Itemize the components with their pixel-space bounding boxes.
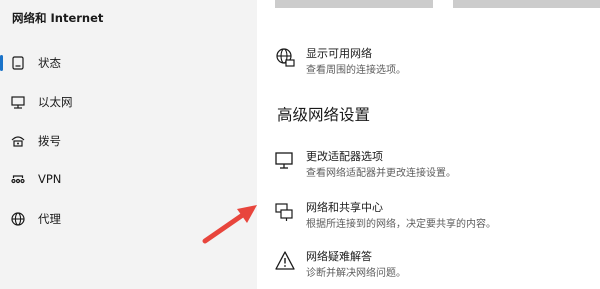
ethernet-icon bbox=[11, 96, 25, 109]
proxy-icon bbox=[11, 212, 25, 226]
sidebar-item-label: VPN bbox=[38, 172, 62, 186]
setting-desc: 查看网络适配器并更改连接设置。 bbox=[306, 168, 456, 179]
show-networks-link[interactable]: 显示可用网络 查看周围的连接选项。 bbox=[274, 45, 594, 79]
sidebar-item-dialup[interactable]: 拨号 bbox=[0, 126, 257, 156]
setting-desc: 诊断并解决网络问题。 bbox=[306, 268, 406, 279]
status-icon bbox=[12, 56, 24, 70]
warning-icon bbox=[275, 251, 295, 270]
setting-title: 网络和共享中心 bbox=[306, 201, 383, 214]
sharing-center-icon bbox=[275, 203, 293, 221]
adapter-monitor-icon bbox=[275, 152, 293, 169]
main-content: 显示可用网络 查看周围的连接选项。 bbox=[257, 0, 600, 289]
sidebar-item-label: 拨号 bbox=[38, 134, 61, 148]
top-card bbox=[453, 0, 600, 8]
globe-network-icon bbox=[276, 48, 295, 67]
advanced-settings-heading: 高级网络设置 bbox=[277, 106, 371, 124]
change-adapter-options-link[interactable]: 更改适配器选项 查看网络适配器并更改连接设置。 bbox=[274, 148, 594, 182]
sidebar-item-label: 代理 bbox=[38, 212, 61, 226]
top-card bbox=[275, 0, 433, 8]
setting-desc: 根据所连接到的网络，决定要共享的内容。 bbox=[306, 219, 496, 230]
active-indicator bbox=[0, 55, 3, 71]
sidebar-item-label: 状态 bbox=[38, 56, 61, 70]
sidebar-item-label: 以太网 bbox=[38, 95, 73, 109]
sidebar-title: 网络和 Internet bbox=[12, 11, 104, 25]
dialup-icon bbox=[11, 136, 25, 147]
setting-title: 显示可用网络 bbox=[306, 47, 372, 60]
sidebar-item-status[interactable]: 状态 bbox=[0, 48, 257, 78]
setting-desc: 查看周围的连接选项。 bbox=[306, 65, 406, 76]
annotation-arrow bbox=[202, 205, 257, 244]
network-sharing-center-link[interactable]: 网络和共享中心 根据所连接到的网络，决定要共享的内容。 bbox=[274, 199, 594, 233]
setting-title: 网络疑难解答 bbox=[306, 250, 372, 263]
sidebar-item-ethernet[interactable]: 以太网 bbox=[0, 87, 257, 117]
vpn-icon bbox=[11, 175, 25, 184]
sidebar-item-vpn[interactable]: VPN bbox=[0, 165, 257, 195]
setting-title: 更改适配器选项 bbox=[306, 150, 383, 163]
network-troubleshooter-link[interactable]: 网络疑难解答 诊断并解决网络问题。 bbox=[274, 248, 594, 282]
